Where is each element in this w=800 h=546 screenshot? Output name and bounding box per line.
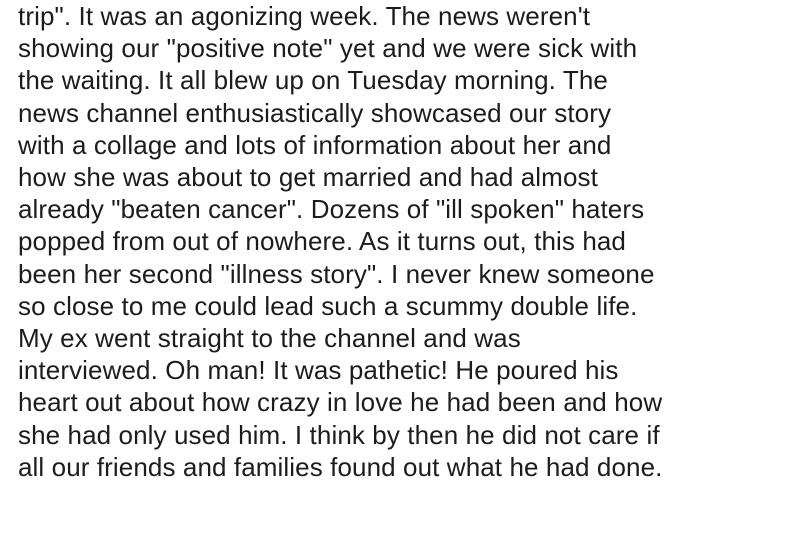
text-line: all our friends and families found out w…: [18, 451, 663, 482]
text-line: news channel enthusiastically showcased …: [18, 97, 612, 128]
text-line: trip". It was an agonizing week. The new…: [18, 1, 591, 31]
text-line: how she was about to get married and had…: [18, 162, 598, 193]
text-line: she had only used him. I think by then h…: [18, 419, 660, 450]
text-line: with a collage and lots of information a…: [18, 129, 612, 160]
text-line: already "beaten cancer". Dozens of "ill …: [18, 194, 645, 225]
text-line: My ex went straight to the channel and w…: [18, 323, 521, 354]
text-line: heart out about how crazy in love he had…: [18, 387, 663, 418]
post-text: trip". It was an agonizing week. The new…: [18, 0, 788, 483]
text-line: been her second "illness story". I never…: [18, 258, 655, 289]
text-line: interviewed. Oh man! It was pathetic! He…: [18, 355, 619, 386]
text-line: so close to me could lead such a scummy …: [18, 290, 638, 321]
text-line: the waiting. It all blew up on Tuesday m…: [18, 65, 608, 96]
text-line: showing our "positive note" yet and we w…: [18, 33, 638, 64]
text-line: popped from out of nowhere. As it turns …: [18, 226, 626, 257]
